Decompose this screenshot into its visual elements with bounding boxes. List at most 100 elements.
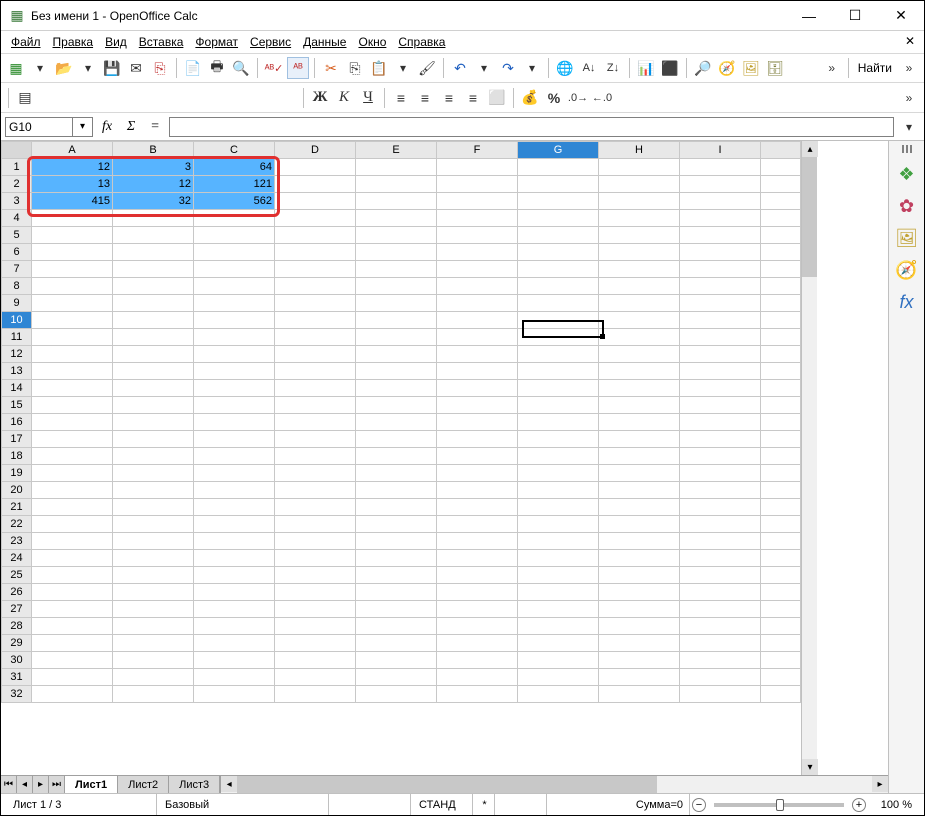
cell-C19[interactable] — [194, 465, 275, 482]
cell-H9[interactable] — [599, 295, 680, 312]
cell-B13[interactable] — [113, 363, 194, 380]
cell-B28[interactable] — [113, 618, 194, 635]
vertical-scrollbar[interactable]: ▴ ▾ — [801, 141, 817, 775]
currency-button[interactable]: 💰 — [519, 87, 541, 109]
sort-desc-button[interactable]: Z↓ — [602, 57, 624, 79]
cell-D20[interactable] — [275, 482, 356, 499]
cell-E15[interactable] — [356, 397, 437, 414]
row-header-3[interactable]: 3 — [2, 193, 32, 210]
cell-G21[interactable] — [518, 499, 599, 516]
cell-H12[interactable] — [599, 346, 680, 363]
cell-E30[interactable] — [356, 652, 437, 669]
sheet-tab-2[interactable]: Лист2 — [118, 776, 169, 793]
cell-D30[interactable] — [275, 652, 356, 669]
paste-dropdown[interactable]: ▾ — [392, 57, 414, 79]
bold-button[interactable]: Ж — [309, 87, 331, 109]
name-box-dropdown[interactable]: ▾ — [72, 118, 92, 136]
cell-C26[interactable] — [194, 584, 275, 601]
cell-A7[interactable] — [32, 261, 113, 278]
cell-B31[interactable] — [113, 669, 194, 686]
cell-B5[interactable] — [113, 227, 194, 244]
cell-D17[interactable] — [275, 431, 356, 448]
cell-B14[interactable] — [113, 380, 194, 397]
cell-C3[interactable]: 562 — [194, 193, 275, 210]
cell-C5[interactable] — [194, 227, 275, 244]
hscroll-thumb[interactable] — [237, 776, 657, 793]
cell-H8[interactable] — [599, 278, 680, 295]
menu-insert[interactable]: Вставка — [133, 33, 190, 51]
scroll-up-button[interactable]: ▴ — [802, 141, 818, 157]
col-header-H[interactable]: H — [599, 142, 680, 159]
cell-C30[interactable] — [194, 652, 275, 669]
edit-mode-button[interactable]: 📄 — [182, 57, 204, 79]
print-preview-button[interactable]: 🔍 — [230, 57, 252, 79]
cell-I23[interactable] — [680, 533, 761, 550]
cut-button[interactable]: ✂ — [320, 57, 342, 79]
cell-I27[interactable] — [680, 601, 761, 618]
row-header-30[interactable]: 30 — [2, 652, 32, 669]
cell-F11[interactable] — [437, 329, 518, 346]
cell-G24[interactable] — [518, 550, 599, 567]
cell-A18[interactable] — [32, 448, 113, 465]
row-header-10[interactable]: 10 — [2, 312, 32, 329]
cell-D19[interactable] — [275, 465, 356, 482]
cell-D13[interactable] — [275, 363, 356, 380]
cell-G19[interactable] — [518, 465, 599, 482]
cell-I2[interactable] — [680, 176, 761, 193]
cell-I32[interactable] — [680, 686, 761, 703]
cell-I3[interactable] — [680, 193, 761, 210]
tab-next-button[interactable]: ▸ — [33, 776, 49, 793]
cell-C24[interactable] — [194, 550, 275, 567]
cell-C12[interactable] — [194, 346, 275, 363]
cell-A22[interactable] — [32, 516, 113, 533]
cell-F8[interactable] — [437, 278, 518, 295]
cell-H26[interactable] — [599, 584, 680, 601]
cell-H31[interactable] — [599, 669, 680, 686]
status-sum[interactable]: Сумма=0 — [549, 794, 690, 815]
cell-D28[interactable] — [275, 618, 356, 635]
cell-E32[interactable] — [356, 686, 437, 703]
equals-button[interactable]: = — [145, 117, 165, 137]
cell-A19[interactable] — [32, 465, 113, 482]
row-header-17[interactable]: 17 — [2, 431, 32, 448]
cell-G32[interactable] — [518, 686, 599, 703]
tab-first-button[interactable]: ⏮ — [1, 776, 17, 793]
row-header-32[interactable]: 32 — [2, 686, 32, 703]
cell-C18[interactable] — [194, 448, 275, 465]
cell-D32[interactable] — [275, 686, 356, 703]
cell-C23[interactable] — [194, 533, 275, 550]
cell-F2[interactable] — [437, 176, 518, 193]
cell-A24[interactable] — [32, 550, 113, 567]
cell-I26[interactable] — [680, 584, 761, 601]
cell-I5[interactable] — [680, 227, 761, 244]
cell-C10[interactable] — [194, 312, 275, 329]
cell-E23[interactable] — [356, 533, 437, 550]
cell-A27[interactable] — [32, 601, 113, 618]
format-paint-button[interactable]: 🖌 — [416, 57, 438, 79]
pdf-export-button[interactable]: ⎘ — [149, 57, 171, 79]
row-header-18[interactable]: 18 — [2, 448, 32, 465]
tab-last-button[interactable]: ⏭ — [49, 776, 65, 793]
cell-I7[interactable] — [680, 261, 761, 278]
cell-E7[interactable] — [356, 261, 437, 278]
cell-F6[interactable] — [437, 244, 518, 261]
cell-D21[interactable] — [275, 499, 356, 516]
cell-I28[interactable] — [680, 618, 761, 635]
cell-D1[interactable] — [275, 159, 356, 176]
cell-I8[interactable] — [680, 278, 761, 295]
cell-I20[interactable] — [680, 482, 761, 499]
cell-A16[interactable] — [32, 414, 113, 431]
cell-A30[interactable] — [32, 652, 113, 669]
print-button[interactable]: 🖶 — [206, 57, 228, 79]
spreadsheet-grid[interactable]: ABCDEFGHI1123642131212134153256245678910… — [1, 141, 801, 775]
cell-A31[interactable] — [32, 669, 113, 686]
cell-H1[interactable] — [599, 159, 680, 176]
cell-D12[interactable] — [275, 346, 356, 363]
cell-C4[interactable] — [194, 210, 275, 227]
cell-D2[interactable] — [275, 176, 356, 193]
cell-F31[interactable] — [437, 669, 518, 686]
cell-B10[interactable] — [113, 312, 194, 329]
row-header-2[interactable]: 2 — [2, 176, 32, 193]
cell-H3[interactable] — [599, 193, 680, 210]
cell-A3[interactable]: 415 — [32, 193, 113, 210]
